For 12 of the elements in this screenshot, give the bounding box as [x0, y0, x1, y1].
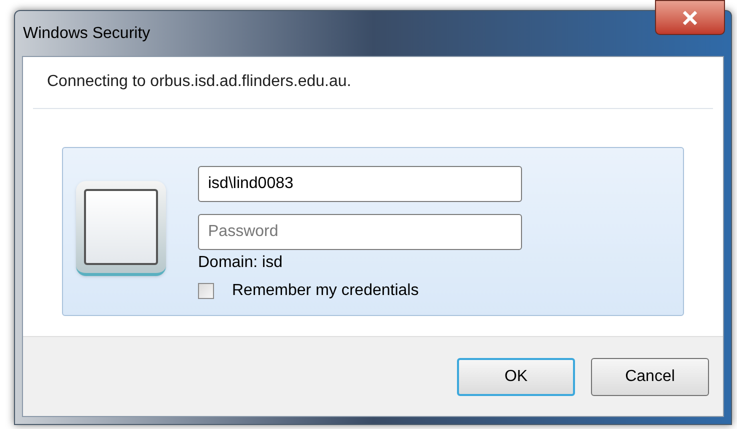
close-icon	[682, 10, 698, 24]
domain-label: Domain: isd	[198, 253, 284, 273]
window-title: Windows Security	[22, 24, 150, 44]
close-button[interactable]	[655, 0, 725, 35]
connection-message: Connecting to orbus.isd.ad.flinders.edu.au.	[47, 73, 352, 90]
remember-label: Remember my credentials	[232, 281, 419, 301]
remember-checkbox[interactable]	[198, 283, 214, 299]
username-field[interactable]: isd\lind0083	[198, 166, 522, 202]
user-tile-icon	[76, 181, 166, 276]
dialog-button[interactable]: Cancel	[591, 358, 709, 396]
dialog-button[interactable]: OK	[457, 358, 575, 396]
password-field[interactable]: Password	[198, 214, 522, 250]
